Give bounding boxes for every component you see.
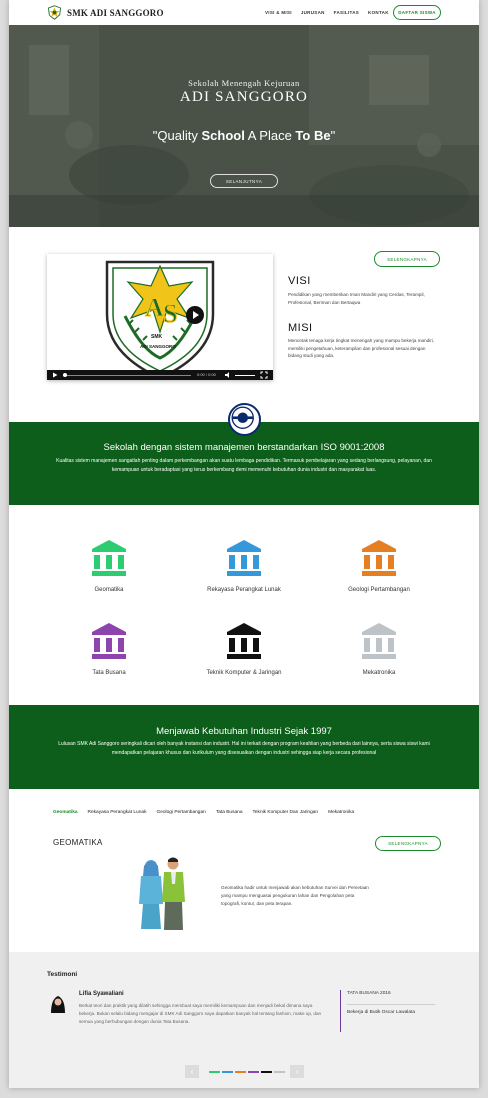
carousel-next-button[interactable]: › — [290, 1065, 304, 1078]
school-logo-icon — [48, 5, 61, 20]
program-label: Geologi Pertambangan — [348, 587, 410, 593]
nav-menu: VISI & MISI JURUSAN FASILITAS KONTAK — [265, 10, 389, 15]
carousel-dot[interactable] — [274, 1071, 285, 1073]
tagline-part: "Quality — [152, 128, 202, 143]
program-label: Mekatronika — [362, 670, 396, 676]
program-tata-busana[interactable]: Tata Busana — [49, 623, 169, 676]
institution-icon — [92, 623, 126, 659]
svg-text:A: A — [145, 293, 164, 322]
geomatika-more-button[interactable]: SELENGKAPNYA — [375, 836, 441, 851]
program-label: Rekayasa Perangkat Lunak — [207, 587, 281, 593]
tab-geologi[interactable]: Geologi Pertambangan — [156, 810, 205, 815]
carousel-dot[interactable] — [209, 1071, 220, 1073]
iso-title: Sekolah dengan sistem manajemen berstand… — [103, 442, 385, 453]
testimonial-section: Testimoni Lifia Syawaliani Berkat teori … — [9, 952, 479, 1088]
testimonial-job: Bekerja di Butik Oscar Lawalata — [347, 1010, 415, 1015]
avatar — [47, 992, 69, 1014]
carousel-dot[interactable] — [235, 1071, 246, 1073]
carousel-dot[interactable] — [261, 1071, 272, 1073]
tagline-bold: To Be — [295, 128, 331, 143]
program-tabs: Geomatika Rekayasa Perangkat Lunak Geolo… — [53, 810, 354, 815]
visi-title: VISI — [288, 275, 311, 287]
tab-tata-busana[interactable]: Tata Busana — [216, 810, 243, 815]
testimonial-quote: Berkat teori dan praktik yang dilatih se… — [79, 1003, 322, 1024]
svg-text:ADI SANGGORO: ADI SANGGORO — [140, 344, 176, 349]
tagline-part: A Place — [244, 128, 296, 143]
program-mekatronika[interactable]: Mekatronika — [319, 623, 439, 676]
program-label: Tata Busana — [92, 670, 126, 676]
institution-icon — [362, 540, 396, 576]
selanjutnya-button[interactable]: SELANJUTNYA — [210, 174, 278, 188]
hero-tagline: "Quality School A Place To Be" — [9, 128, 479, 143]
fullscreen-icon[interactable] — [259, 370, 269, 380]
carousel-prev-button[interactable]: ‹ — [185, 1065, 199, 1078]
program-label: Teknik Komputer & Jaringan — [206, 670, 282, 676]
institution-icon — [227, 540, 261, 576]
nav-item-fasilitas[interactable]: FASILITAS — [334, 10, 359, 15]
video-controls: 0:00 / 0:00 — [47, 370, 273, 380]
testimonial-program: TATA BUSANA 2016 — [347, 991, 391, 996]
nav-item-visi-misi[interactable]: VISI & MISI — [265, 10, 292, 15]
iso-certification-icon — [231, 406, 254, 429]
brand-name: SMK ADI SANGGORO — [67, 7, 164, 18]
iso-badge — [228, 403, 261, 436]
visi-text: Pendidikan yang memberikan Iman Mandiri … — [288, 292, 425, 305]
page-frame: SMK ADI SANGGORO VISI & MISI JURUSAN FAS… — [9, 0, 479, 1088]
institution-icon — [227, 623, 261, 659]
carousel-indicators — [209, 1071, 285, 1073]
industry-section: Menjawab Kebutuhan Industri Sejak 1997 L… — [9, 705, 479, 789]
school-emblem-image: A S SMK ADI SANGGORO — [105, 260, 215, 380]
video-player[interactable]: A S SMK ADI SANGGORO 0:00 / 0:00 — [47, 254, 273, 380]
iso-text: Kualitas sistem manajemen sangatlah pent… — [56, 458, 432, 473]
tab-tkj[interactable]: Teknik Komputer Dan Jaringan — [252, 810, 318, 815]
volume-slider[interactable] — [235, 374, 255, 376]
testimonial-heading: Testimoni — [47, 971, 78, 978]
carousel-dot[interactable] — [222, 1071, 233, 1073]
tab-rpl[interactable]: Rekayasa Perangkat Lunak — [88, 810, 147, 815]
carousel-dot[interactable] — [248, 1071, 259, 1073]
program-geologi[interactable]: Geologi Pertambangan — [319, 540, 439, 593]
hero-title: ADI SANGGORO — [179, 89, 309, 105]
play-button[interactable] — [186, 306, 204, 324]
tab-content-title: GEOMATIKA — [53, 838, 103, 847]
volume-icon[interactable] — [223, 370, 233, 380]
institution-icon — [362, 623, 396, 659]
visi-misi-more-button[interactable]: SELENGKAPNYA — [374, 251, 440, 267]
video-seek-bar[interactable] — [63, 373, 191, 377]
program-geomatika[interactable]: Geomatika — [49, 540, 169, 593]
tagline-bold: School — [201, 128, 245, 143]
industry-text: Lulusan SMK Adi Sanggoro seringkali dica… — [58, 741, 430, 756]
institution-icon — [92, 540, 126, 576]
industry-title: Menjawab Kebutuhan Industri Sejak 1997 — [156, 726, 332, 737]
tab-content-text: Geomatika hadir untuk menjawab akan kebu… — [221, 885, 369, 906]
brand[interactable]: SMK ADI SANGGORO — [47, 5, 164, 20]
nav-item-jurusan[interactable]: JURUSAN — [301, 10, 325, 15]
play-icon — [193, 311, 199, 319]
hero-section: Sekolah Menengah Kejuruan ADI SANGGORO "… — [9, 25, 479, 227]
nav-item-kontak[interactable]: KONTAK — [368, 10, 389, 15]
hero-overlay — [9, 25, 479, 227]
hero-subtitle: Sekolah Menengah Kejuruan — [188, 78, 300, 88]
svg-text:S: S — [163, 299, 177, 328]
program-label: Geomatika — [94, 587, 124, 593]
students-photo — [139, 857, 185, 930]
misi-text: Mencetak tenaga kerja tingkat menengah y… — [288, 338, 435, 358]
program-tkj[interactable]: Teknik Komputer & Jaringan — [184, 623, 304, 676]
divider — [347, 1004, 435, 1005]
video-time: 0:00 / 0:00 — [197, 372, 216, 377]
daftar-siswa-button[interactable]: DAFTAR SISWA — [393, 5, 441, 20]
testimonial-name: Lifia Syawaliani — [79, 991, 124, 997]
misi-title: MISI — [288, 322, 313, 334]
testimonial-meta: TATA BUSANA 2016 Bekerja di Butik Oscar … — [340, 990, 438, 1032]
tab-mekatronika[interactable]: Mekatronika — [328, 810, 354, 815]
navbar: SMK ADI SANGGORO VISI & MISI JURUSAN FAS… — [9, 0, 479, 26]
tab-geomatika[interactable]: Geomatika — [53, 810, 78, 815]
play-small-icon[interactable] — [50, 370, 60, 380]
svg-text:SMK: SMK — [151, 334, 163, 340]
tagline-part: " — [330, 128, 336, 143]
program-rpl[interactable]: Rekayasa Perangkat Lunak — [184, 540, 304, 593]
